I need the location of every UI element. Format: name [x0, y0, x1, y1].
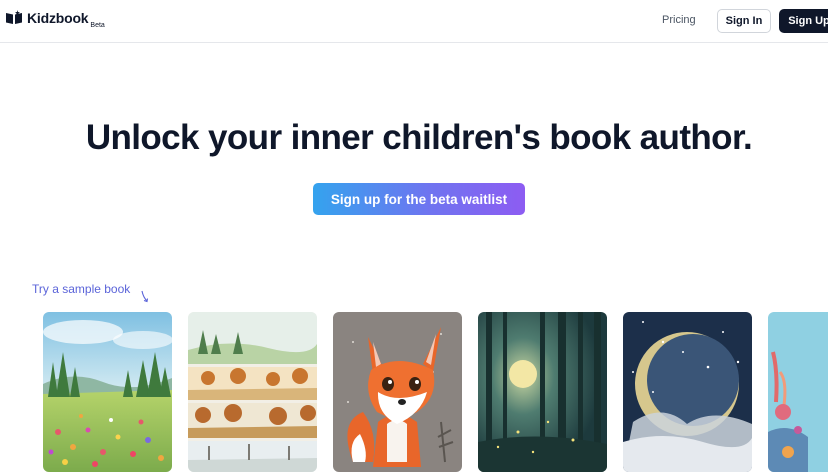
hero-title: Unlock your inner children's book author… [85, 118, 753, 157]
sample-book-label: Try a sample book [32, 282, 131, 296]
sample-book-forest[interactable] [478, 312, 607, 472]
seasons-illustration [188, 312, 317, 472]
waitlist-signup-button[interactable]: Sign up for the beta waitlist [313, 183, 525, 215]
sample-book-seasons[interactable] [188, 312, 317, 472]
coral-illustration [768, 312, 828, 472]
meadow-illustration [43, 312, 172, 472]
curved-arrow-down-icon [141, 290, 149, 303]
moon-illustration [623, 312, 752, 472]
sample-book-coral[interactable] [768, 312, 828, 472]
sample-book-meadow[interactable] [43, 312, 172, 472]
book-logo-icon [6, 10, 22, 24]
sign-in-button[interactable]: Sign In [717, 9, 771, 33]
brand-logo[interactable]: Kidzbook Beta [5, 9, 105, 29]
sign-up-button[interactable]: Sign Up [779, 9, 828, 33]
fox-illustration [333, 312, 462, 472]
beta-badge: Beta [90, 22, 105, 29]
brand-name: Kidzbook [27, 10, 89, 26]
top-navbar: Kidzbook Beta Pricing Sign In Sign Up [0, 0, 828, 43]
sample-book-moon[interactable] [623, 312, 752, 472]
forest-illustration [478, 312, 607, 472]
nav-link-pricing[interactable]: Pricing [662, 14, 696, 26]
sample-book-fox[interactable] [333, 312, 462, 472]
